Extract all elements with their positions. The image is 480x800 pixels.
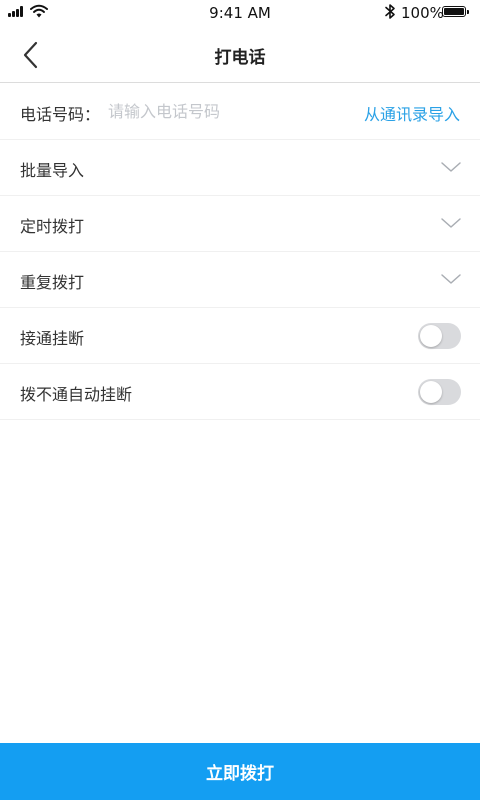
status-bar: 9:41 AM 100% [0, 0, 480, 26]
chevron-down-icon [441, 162, 461, 172]
hangup-on-connect-toggle[interactable] [418, 323, 461, 349]
repeat-call-row[interactable]: 重复拨打 [0, 252, 480, 308]
auto-hangup-label: 拨不通自动挂断 [20, 385, 133, 404]
battery-icon [442, 6, 469, 17]
chevron-down-icon [441, 274, 461, 284]
batch-import-row[interactable]: 批量导入 [0, 140, 480, 196]
battery-percent: 100% [401, 4, 444, 22]
batch-import-label: 批量导入 [20, 161, 85, 180]
scheduled-call-label: 定时拨打 [20, 217, 85, 236]
scheduled-call-row[interactable]: 定时拨打 [0, 196, 480, 252]
toggle-knob [420, 381, 442, 403]
repeat-call-label: 重复拨打 [20, 273, 85, 292]
import-from-contacts-link[interactable]: 从通讯录导入 [364, 101, 460, 125]
phone-number-row: 电话号码： 从通讯录导入 [0, 84, 480, 140]
hangup-on-connect-label: 接通挂断 [20, 329, 85, 348]
nav-bar: 打电话 [0, 26, 480, 83]
call-settings-list: 电话号码： 从通讯录导入 批量导入 定时拨打 重复拨打 接通挂断 拨不通自动挂断 [0, 84, 480, 420]
auto-hangup-row: 拨不通自动挂断 [0, 364, 480, 420]
bluetooth-icon [385, 4, 395, 19]
page-title: 打电话 [214, 48, 266, 68]
phone-number-label: 电话号码： [20, 105, 101, 124]
chevron-down-icon [441, 218, 461, 228]
toggle-knob [420, 325, 442, 347]
hangup-on-connect-row: 接通挂断 [0, 308, 480, 364]
call-now-button[interactable]: 立即拨打 [0, 743, 480, 800]
phone-number-input[interactable] [108, 97, 328, 125]
auto-hangup-toggle[interactable] [418, 379, 461, 405]
